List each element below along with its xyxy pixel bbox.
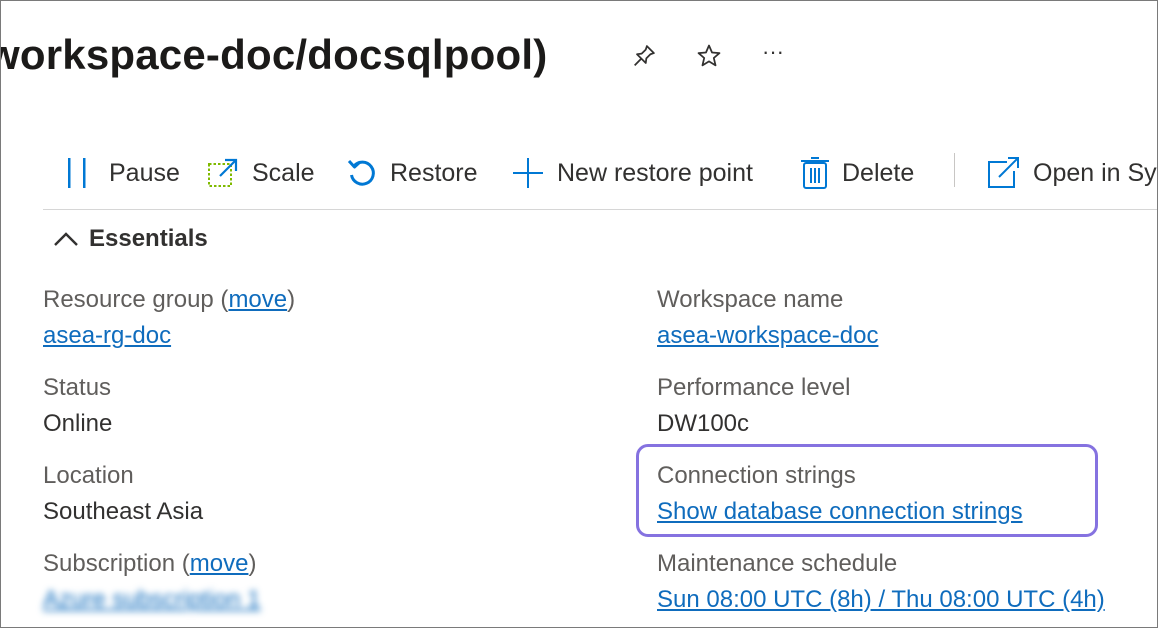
pause-icon (68, 158, 86, 188)
maintenance-schedule-link[interactable]: Sun 08:00 UTC (8h) / Thu 08:00 UTC (4h) (657, 586, 1105, 614)
scale-icon (208, 158, 238, 187)
status-label: Status (43, 374, 112, 401)
essentials-heading: Essentials (89, 225, 208, 252)
status-value: Online (43, 410, 113, 437)
command-bar: Pause Scale Restore New restore point De… (43, 147, 1157, 210)
scale-button[interactable]: Scale (206, 147, 315, 199)
location-value: Southeast Asia (43, 498, 204, 525)
open-in-synapse-button[interactable]: Open in Sy (985, 147, 1157, 199)
location-label: Location (43, 462, 134, 489)
performance-level-label: Performance level (657, 374, 851, 401)
resource-overview-panel: workspace-doc/docsqlpool) ··· Pause Scal… (0, 0, 1158, 628)
pause-label: Pause (109, 158, 180, 187)
essentials-toggle[interactable]: Essentials (53, 223, 208, 255)
performance-level-value: DW100c (657, 410, 750, 437)
open-in-label: Open in Sy (1033, 158, 1157, 187)
show-connection-strings-link[interactable]: Show database connection strings (657, 498, 1023, 526)
resource-group-link[interactable]: asea-rg-doc (43, 322, 171, 350)
resource-group-label: Resource group (move) (43, 286, 296, 313)
title-bar: workspace-doc/docsqlpool) ··· (1, 25, 1157, 89)
subscription-link[interactable]: Azure subscription 1 (43, 586, 260, 614)
new-restore-point-label: New restore point (557, 158, 753, 187)
trash-icon (801, 157, 829, 189)
scale-label: Scale (252, 158, 315, 187)
star-icon[interactable] (694, 41, 724, 71)
maintenance-schedule-label: Maintenance schedule (657, 550, 898, 577)
delete-label: Delete (842, 158, 915, 187)
plus-icon (513, 158, 543, 188)
new-restore-point-button[interactable]: New restore point (511, 147, 753, 199)
pause-button[interactable]: Pause (63, 147, 180, 199)
open-external-icon (988, 157, 1019, 188)
subscription-label: Subscription (move) (43, 550, 257, 577)
restore-button[interactable]: Restore (346, 147, 478, 199)
restore-icon (347, 159, 375, 186)
workspace-name-label: Workspace name (657, 286, 844, 313)
workspace-name-link[interactable]: asea-workspace-doc (657, 322, 878, 350)
connection-strings-label: Connection strings (657, 462, 856, 489)
page-title: workspace-doc/docsqlpool) (0, 31, 548, 78)
chevron-up-icon (54, 232, 78, 246)
delete-button[interactable]: Delete (800, 147, 914, 199)
pin-icon[interactable] (629, 41, 659, 71)
subscription-move-link[interactable]: move (190, 550, 249, 577)
more-options-icon[interactable]: ··· (758, 37, 788, 67)
resource-group-move-link[interactable]: move (228, 286, 287, 313)
toolbar-divider (954, 153, 955, 187)
restore-label: Restore (390, 158, 478, 187)
